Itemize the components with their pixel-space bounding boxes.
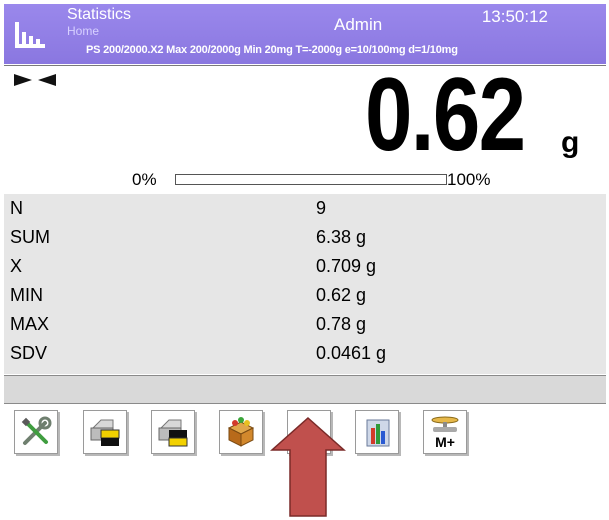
stat-row-sum: SUM 6.38 g bbox=[4, 225, 606, 249]
balance-screen: Statistics Home Admin 13:50:12 PS 200/20… bbox=[0, 0, 609, 517]
logged-user[interactable]: Admin bbox=[334, 15, 382, 35]
info-bar bbox=[4, 375, 606, 404]
statistics-logo-icon bbox=[15, 22, 45, 48]
range-min-label: 0% bbox=[132, 170, 157, 189]
stat-label: N bbox=[10, 198, 23, 218]
print-icon bbox=[90, 419, 120, 446]
product-database-button[interactable] bbox=[219, 410, 263, 454]
stat-row-n: N 9 bbox=[4, 196, 606, 220]
header-bar: Statistics Home Admin 13:50:12 PS 200/20… bbox=[4, 4, 606, 64]
statistics-panel: N 9 SUM 6.38 g X 0.709 g MIN 0.62 g MAX … bbox=[4, 194, 606, 374]
stat-label: MIN bbox=[10, 285, 43, 305]
range-max-label: 100% bbox=[447, 170, 491, 189]
stat-label: SDV bbox=[10, 343, 48, 363]
stat-row-mean: X 0.709 g bbox=[4, 254, 606, 278]
tools-icon bbox=[21, 416, 52, 445]
chart-icon bbox=[366, 419, 390, 447]
memory-plus-button[interactable]: M+ bbox=[423, 410, 467, 454]
load-bar bbox=[175, 174, 447, 185]
stat-label: SUM bbox=[10, 227, 50, 247]
balance-parameters: PS 200/2000.X2 Max 200/2000g Min 20mg T=… bbox=[86, 44, 458, 56]
settings-button[interactable] bbox=[14, 410, 58, 454]
stat-label: MAX bbox=[10, 314, 50, 334]
memory-plus-icon: M+ bbox=[431, 416, 459, 450]
stability-marker-icon bbox=[14, 74, 56, 86]
print-header-button[interactable] bbox=[83, 410, 127, 454]
print-icon bbox=[158, 419, 188, 447]
breadcrumb-home[interactable]: Home bbox=[67, 24, 99, 38]
stat-value: 9 bbox=[316, 198, 327, 218]
page-title: Statistics bbox=[67, 6, 132, 23]
statistics-chart-button[interactable] bbox=[355, 410, 399, 454]
weighing-display: 0.62 g 0% 100% bbox=[4, 57, 606, 195]
stat-value: 0.709 g bbox=[316, 256, 377, 276]
clock: 13:50:12 bbox=[481, 7, 548, 26]
stat-value: 0.78 g bbox=[316, 314, 367, 334]
print-footer-button[interactable] bbox=[151, 410, 195, 454]
product-box-icon bbox=[227, 417, 255, 447]
stat-value: 0.62 g bbox=[316, 285, 367, 305]
stat-value: 0.0461 g bbox=[316, 343, 387, 363]
stat-row-sdv: SDV 0.0461 g bbox=[4, 341, 606, 365]
stat-row-max: MAX 0.78 g bbox=[4, 312, 606, 336]
pointer-arrow-icon bbox=[270, 416, 346, 517]
stat-label: X bbox=[10, 256, 23, 276]
weight-unit[interactable]: g bbox=[561, 126, 579, 160]
weight-reading: 0.62 bbox=[364, 57, 526, 173]
memory-plus-label: M+ bbox=[435, 434, 455, 450]
stat-value: 6.38 g bbox=[316, 227, 367, 247]
stat-row-min: MIN 0.62 g bbox=[4, 283, 606, 307]
